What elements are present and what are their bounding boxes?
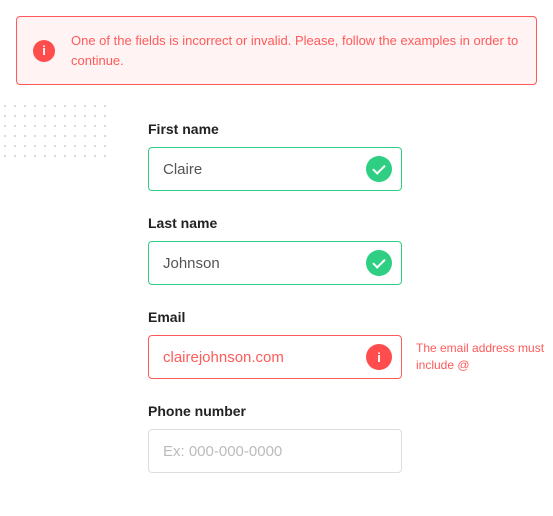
check-icon	[366, 156, 392, 182]
email-input[interactable]	[148, 335, 402, 379]
email-label: Email	[148, 309, 553, 325]
alert-message: One of the fields is incorrect or invali…	[71, 31, 520, 70]
check-icon	[366, 250, 392, 276]
last-name-label: Last name	[148, 215, 553, 231]
phone-input[interactable]	[148, 429, 402, 473]
first-name-field: First name	[148, 121, 553, 191]
last-name-input[interactable]	[148, 241, 402, 285]
first-name-label: First name	[148, 121, 553, 137]
error-alert: i One of the fields is incorrect or inva…	[16, 16, 537, 85]
first-name-input[interactable]	[148, 147, 402, 191]
phone-field: Phone number	[148, 403, 553, 473]
info-icon: i	[366, 344, 392, 370]
form: First name Last name Email i The email a…	[148, 121, 553, 473]
phone-label: Phone number	[148, 403, 553, 419]
last-name-field: Last name	[148, 215, 553, 285]
info-icon: i	[33, 40, 55, 62]
email-field: Email i The email address must include @	[148, 309, 553, 379]
email-hint: The email address must include @	[416, 340, 546, 374]
decorative-dots	[0, 101, 110, 161]
